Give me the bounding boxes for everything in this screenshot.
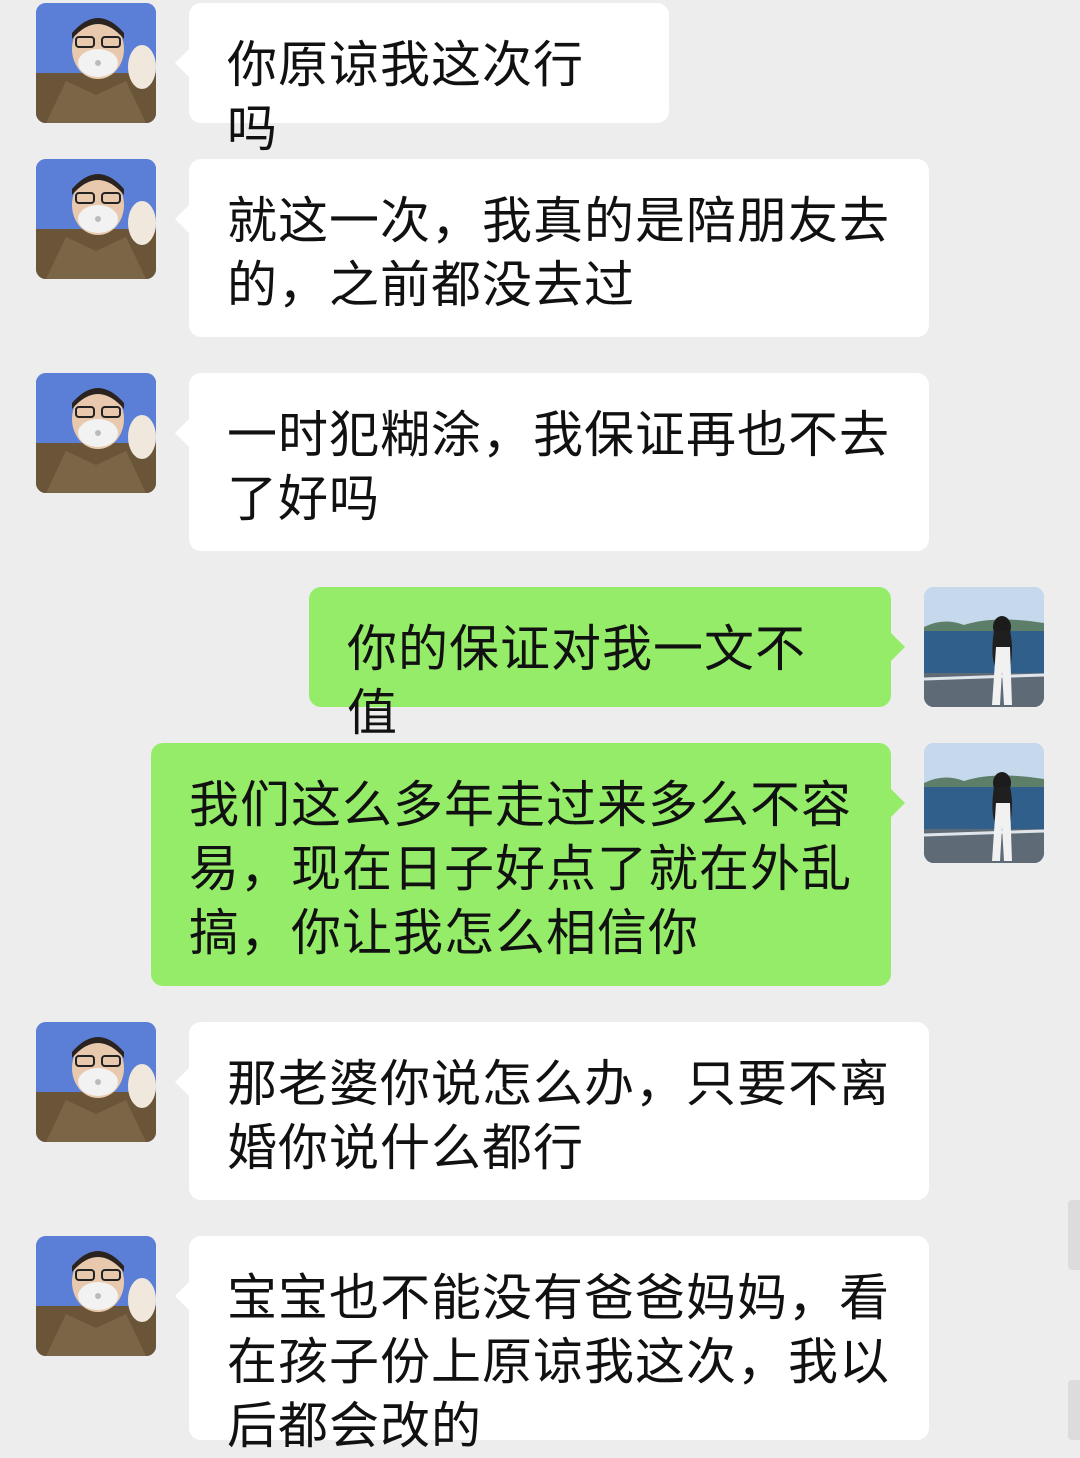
contact-avatar[interactable] — [36, 373, 156, 493]
man-with-mask-avatar-icon — [36, 373, 156, 493]
bubble-tail — [175, 49, 189, 77]
my-avatar[interactable] — [924, 587, 1044, 707]
message-text: 一时犯糊涂，我保证再也不去了好吗 — [227, 406, 890, 528]
contact-avatar[interactable] — [36, 159, 156, 279]
outgoing-message-bubble[interactable]: 你的保证对我一文不值 — [309, 587, 905, 742]
bubble-tail — [175, 205, 189, 233]
incoming-message-bubble[interactable]: 一时犯糊涂，我保证再也不去了好吗 — [175, 373, 929, 551]
message-text: 你的保证对我一文不值 — [347, 620, 806, 742]
incoming-message-bubble[interactable]: 你原谅我这次行吗 — [175, 3, 669, 158]
message-text: 那老婆你说怎么办，只要不离婚你说什么都行 — [227, 1055, 890, 1177]
outgoing-message-bubble[interactable]: 我们这么多年走过来多么不容易，现在日子好点了就在外乱搞，你让我怎么相信你 — [151, 743, 905, 986]
message-text: 就这一次，我真的是陪朋友去的，之前都没去过 — [227, 192, 890, 314]
incoming-message-bubble[interactable]: 宝宝也不能没有爸爸妈妈，看在孩子份上原谅我这次，我以后都会改的 — [175, 1236, 929, 1455]
man-with-mask-avatar-icon — [36, 1022, 156, 1142]
contact-avatar[interactable] — [36, 3, 156, 123]
bubble-tail — [175, 419, 189, 447]
man-with-mask-avatar-icon — [36, 1236, 156, 1356]
contact-avatar[interactable] — [36, 1236, 156, 1356]
girl-by-sea-avatar-icon — [924, 587, 1044, 707]
girl-by-sea-avatar-icon — [924, 743, 1044, 863]
bubble-tail — [175, 1282, 189, 1310]
message-text: 你原谅我这次行吗 — [227, 36, 584, 158]
man-with-mask-avatar-icon — [36, 159, 156, 279]
message-text: 我们这么多年走过来多么不容易，现在日子好点了就在外乱搞，你让我怎么相信你 — [189, 776, 852, 962]
contact-avatar[interactable] — [36, 1022, 156, 1142]
bubble-tail — [891, 633, 905, 661]
scrollbar-hint[interactable] — [1068, 1380, 1080, 1440]
bubble-tail — [175, 1068, 189, 1096]
bubble-tail — [891, 789, 905, 817]
scrollbar-hint[interactable] — [1068, 1200, 1080, 1270]
message-text: 宝宝也不能没有爸爸妈妈，看在孩子份上原谅我这次，我以后都会改的 — [227, 1269, 890, 1455]
my-avatar[interactable] — [924, 743, 1044, 863]
incoming-message-bubble[interactable]: 就这一次，我真的是陪朋友去的，之前都没去过 — [175, 159, 929, 337]
incoming-message-bubble[interactable]: 那老婆你说怎么办，只要不离婚你说什么都行 — [175, 1022, 929, 1200]
man-with-mask-avatar-icon — [36, 3, 156, 123]
